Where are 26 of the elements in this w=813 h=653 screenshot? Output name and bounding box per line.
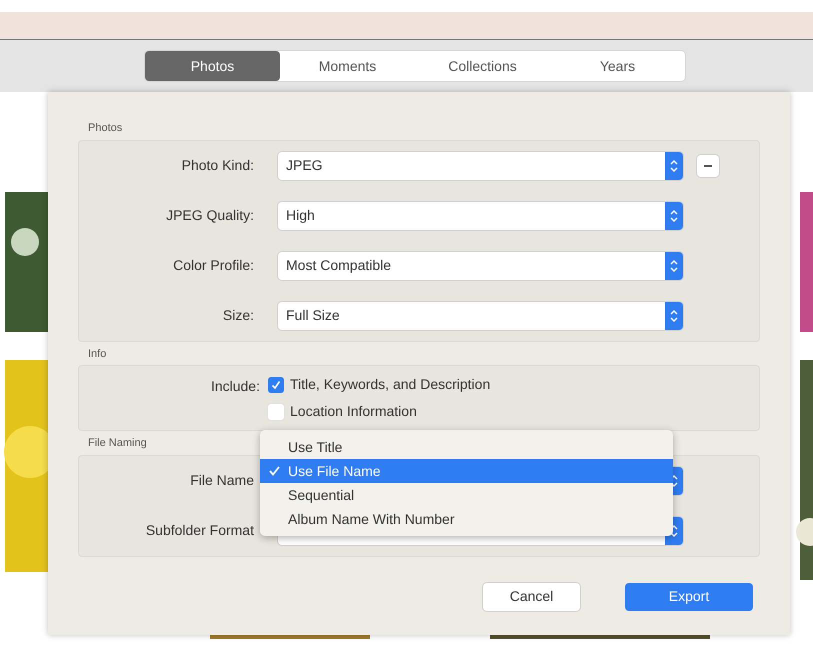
cancel-button[interactable]: Cancel: [483, 582, 580, 610]
field-label: File Name: [189, 471, 254, 490]
popup-field[interactable]: High: [278, 202, 683, 230]
popup-field[interactable]: JPEG: [278, 152, 683, 180]
popup-field[interactable]: Full Size: [278, 302, 683, 330]
section-title: Photos: [88, 121, 122, 136]
popup-field[interactable]: Most Compatible: [278, 252, 683, 280]
section-title: Info: [88, 346, 106, 362]
field-label: Size:: [222, 306, 254, 325]
menu-item[interactable]: Album Name With Number: [260, 507, 673, 531]
menu-item[interactable]: Sequential: [260, 483, 673, 507]
export-button[interactable]: Export: [625, 582, 753, 610]
field-label: JPEG Quality:: [165, 206, 254, 225]
tab[interactable]: Years: [550, 51, 685, 81]
section-title: File Naming: [88, 436, 147, 451]
menu-item[interactable]: Use File Name: [260, 459, 673, 483]
field-label: Photo Kind:: [180, 156, 254, 175]
field-label: Color Profile:: [172, 256, 254, 275]
tab[interactable]: Photos: [145, 51, 280, 81]
field-label: Include:: [210, 377, 260, 396]
tab[interactable]: Moments: [280, 51, 415, 81]
menu-item[interactable]: Use Title: [260, 435, 673, 459]
tab[interactable]: Collections: [415, 51, 550, 81]
field-label: Subfolder Format: [144, 521, 254, 540]
checkbox-label: Location Information: [290, 402, 417, 421]
checkbox-label: Title, Keywords, and Description: [290, 375, 490, 394]
